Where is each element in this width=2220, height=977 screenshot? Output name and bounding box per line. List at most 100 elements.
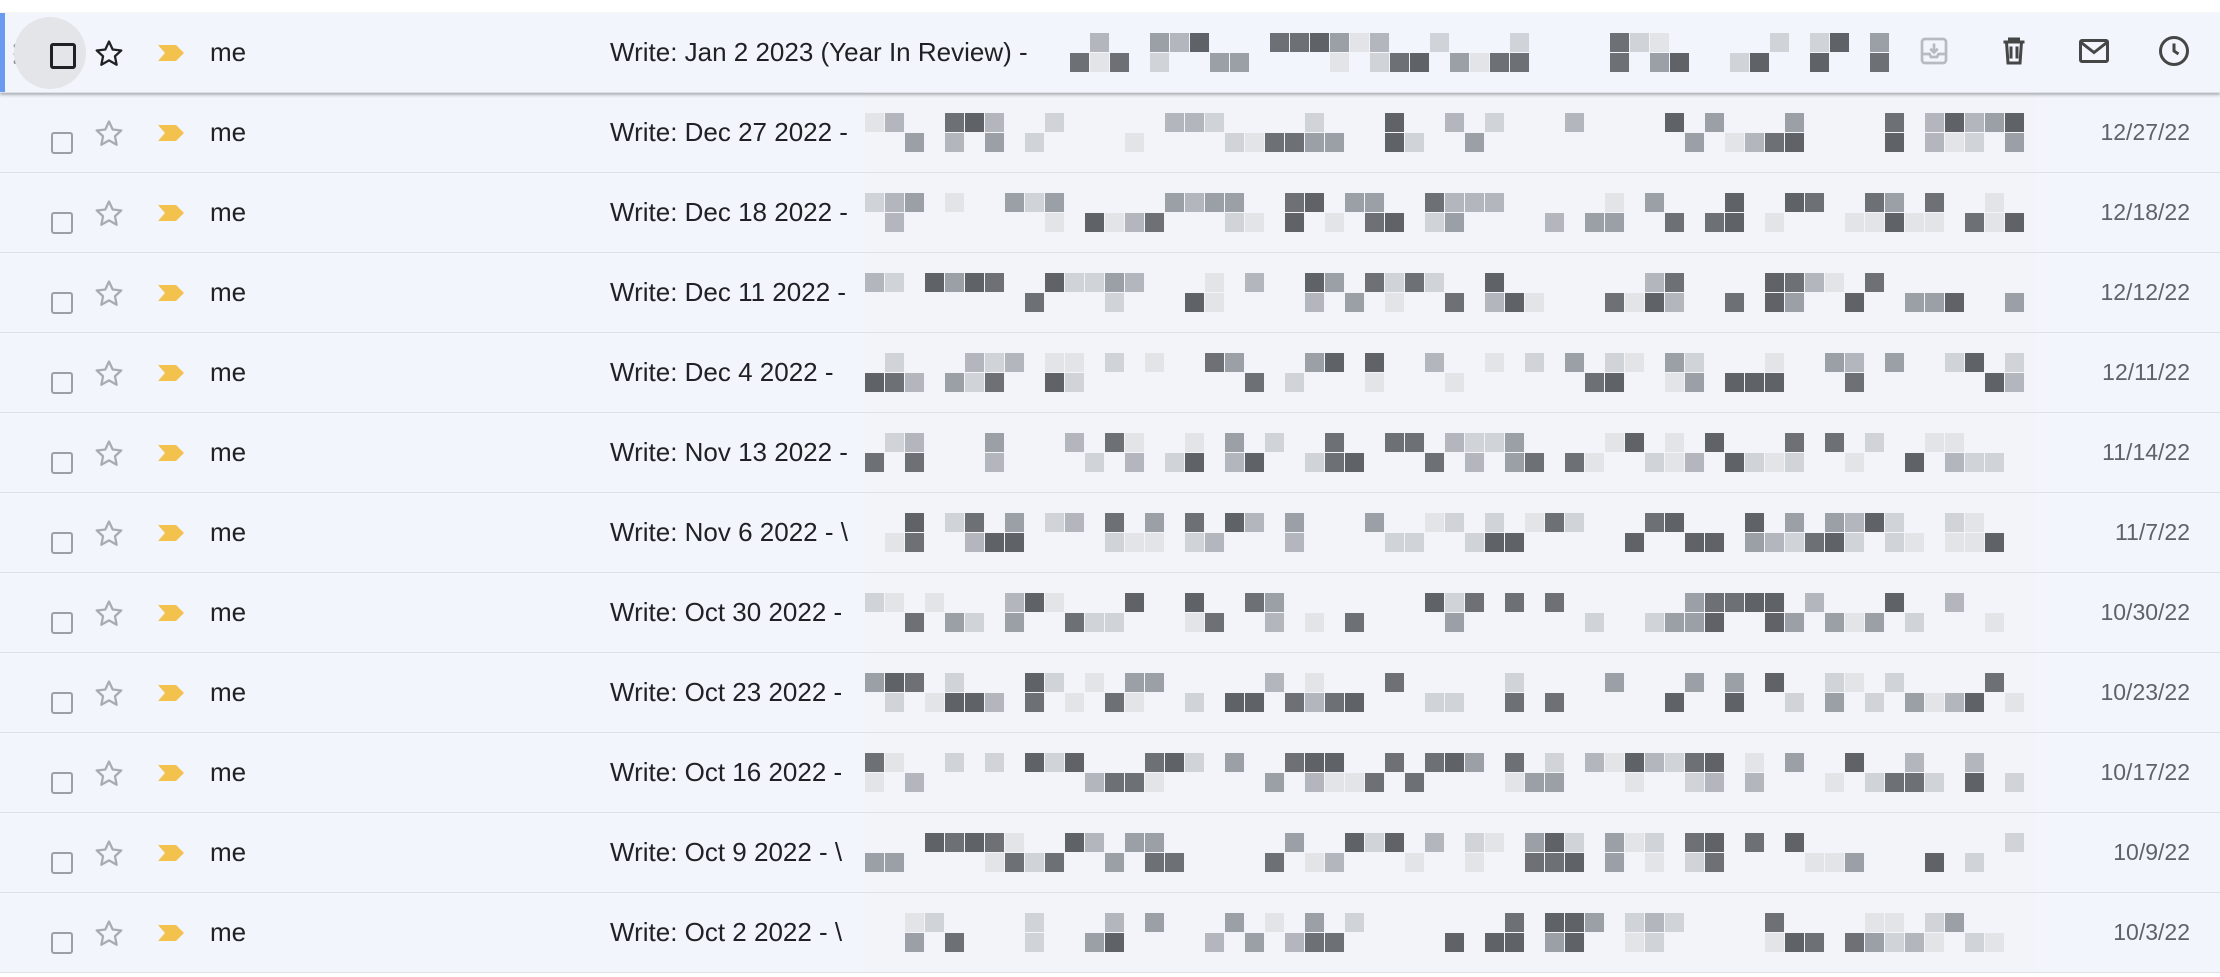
hover-actions	[1916, 33, 2192, 73]
star-icon[interactable]	[92, 357, 126, 391]
important-marker-icon[interactable]	[156, 123, 186, 143]
select-checkbox-wrap[interactable]	[14, 265, 86, 337]
select-checkbox[interactable]	[51, 212, 73, 234]
select-checkbox[interactable]	[51, 452, 73, 474]
email-date: 10/30/22	[2100, 599, 2190, 625]
sender-name: me	[210, 357, 247, 387]
select-checkbox-wrap[interactable]	[14, 825, 86, 897]
important-marker-icon[interactable]	[156, 203, 186, 223]
select-checkbox-wrap[interactable]	[14, 345, 86, 417]
important-marker-icon[interactable]	[156, 763, 186, 783]
star-icon[interactable]	[92, 277, 126, 311]
email-subject: Write: Jan 2 2023 (Year In Review) -	[610, 37, 1028, 67]
star-icon[interactable]	[92, 437, 126, 471]
select-checkbox-wrap[interactable]	[14, 745, 86, 817]
email-subject: Write: Dec 27 2022 -	[610, 117, 848, 147]
star-icon[interactable]	[92, 517, 126, 551]
mark-unread-icon[interactable]	[2076, 33, 2112, 69]
select-checkbox-wrap[interactable]	[14, 905, 86, 977]
important-marker-icon[interactable]	[156, 43, 186, 63]
select-checkbox[interactable]	[51, 772, 73, 794]
redacted-snippet	[1070, 13, 1890, 92]
important-marker-icon[interactable]	[156, 843, 186, 863]
email-row[interactable]: me Write: Nov 13 2022 - 11/14/22	[0, 413, 2220, 493]
star-icon[interactable]	[92, 197, 126, 231]
star-icon[interactable]	[92, 117, 126, 151]
select-checkbox-wrap[interactable]	[14, 505, 86, 577]
important-marker-icon[interactable]	[156, 523, 186, 543]
email-row[interactable]: me Write: Dec 11 2022 - 12/12/22	[0, 253, 2220, 333]
email-date: 12/12/22	[2100, 279, 2190, 305]
select-checkbox[interactable]	[51, 372, 73, 394]
star-icon[interactable]	[92, 597, 126, 631]
star-icon[interactable]	[92, 677, 126, 711]
select-checkbox-wrap[interactable]	[14, 105, 86, 177]
star-icon[interactable]	[92, 837, 126, 871]
sender-name: me	[210, 117, 247, 147]
email-row[interactable]: me Write: Nov 6 2022 - \ 11/7/22	[0, 493, 2220, 573]
email-date: 10/9/22	[2113, 839, 2190, 865]
redacted-snippet	[865, 333, 2035, 412]
redacted-snippet	[865, 93, 2035, 172]
archive-icon[interactable]	[1916, 33, 1952, 69]
select-checkbox[interactable]	[51, 532, 73, 554]
delete-icon[interactable]	[1996, 33, 2032, 69]
email-date: 11/14/22	[2102, 439, 2190, 465]
email-subject: Write: Oct 16 2022 -	[610, 757, 843, 787]
important-marker-icon[interactable]	[156, 283, 186, 303]
email-date: 12/11/22	[2102, 359, 2190, 385]
email-date: 10/23/22	[2100, 679, 2190, 705]
select-checkbox[interactable]	[51, 932, 73, 954]
important-marker-icon[interactable]	[156, 603, 186, 623]
email-date: 10/3/22	[2113, 919, 2190, 945]
email-subject: Write: Oct 23 2022 -	[610, 677, 843, 707]
email-row[interactable]: me Write: Oct 30 2022 - 10/30/22	[0, 573, 2220, 653]
redacted-snippet	[865, 413, 2035, 492]
redacted-snippet	[865, 813, 2035, 892]
email-subject: Write: Oct 2 2022 - \	[610, 917, 843, 947]
select-checkbox[interactable]	[51, 292, 73, 314]
snooze-icon[interactable]	[2156, 33, 2192, 69]
sender-name: me	[210, 197, 247, 227]
email-row[interactable]: me Write: Oct 23 2022 - 10/23/22	[0, 653, 2220, 733]
email-subject: Write: Dec 4 2022 -	[610, 357, 834, 387]
select-checkbox[interactable]	[51, 692, 73, 714]
redacted-snippet	[865, 893, 2035, 972]
select-checkbox-wrap[interactable]	[14, 17, 86, 89]
star-icon[interactable]	[92, 757, 126, 791]
sender-name: me	[210, 917, 247, 947]
important-marker-icon[interactable]	[156, 443, 186, 463]
select-checkbox-wrap[interactable]	[14, 665, 86, 737]
sender-name: me	[210, 837, 247, 867]
email-date: 10/17/22	[2100, 759, 2190, 785]
select-checkbox[interactable]	[51, 612, 73, 634]
select-checkbox[interactable]	[51, 852, 73, 874]
select-checkbox-wrap[interactable]	[14, 185, 86, 257]
email-row[interactable]: me Write: Dec 18 2022 - 12/18/22	[0, 173, 2220, 253]
important-marker-icon[interactable]	[156, 923, 186, 943]
email-row[interactable]: me Write: Oct 9 2022 - \ 10/9/22	[0, 813, 2220, 893]
redacted-snippet	[865, 173, 2035, 252]
important-marker-icon[interactable]	[156, 363, 186, 383]
email-row[interactable]: me Write: Oct 16 2022 - 10/17/22	[0, 733, 2220, 813]
select-checkbox-wrap[interactable]	[14, 585, 86, 657]
sender-name: me	[210, 597, 247, 627]
email-row[interactable]: me Write: Oct 2 2022 - \ 10/3/22	[0, 893, 2220, 973]
email-row[interactable]: me Write: Dec 4 2022 - 12/11/22	[0, 333, 2220, 413]
star-icon[interactable]	[92, 917, 126, 951]
email-subject: Write: Dec 11 2022 -	[610, 277, 847, 307]
email-date: 12/27/22	[2100, 119, 2190, 145]
email-row[interactable]: me Write: Dec 27 2022 - 12/27/22	[0, 93, 2220, 173]
redacted-snippet	[865, 733, 2035, 812]
star-icon[interactable]	[92, 37, 126, 71]
email-subject: Write: Dec 18 2022 -	[610, 197, 848, 227]
select-checkbox[interactable]	[51, 132, 73, 154]
email-date: 11/7/22	[2114, 519, 2190, 545]
select-checkbox-wrap[interactable]	[14, 425, 86, 497]
important-marker-icon[interactable]	[156, 683, 186, 703]
email-subject: Write: Nov 13 2022 -	[610, 437, 848, 467]
sender-name: me	[210, 677, 247, 707]
email-subject: Write: Nov 6 2022 - \	[610, 517, 848, 547]
select-checkbox[interactable]	[50, 43, 76, 69]
email-row[interactable]: me Write: Jan 2 2023 (Year In Review) -	[0, 13, 2220, 93]
